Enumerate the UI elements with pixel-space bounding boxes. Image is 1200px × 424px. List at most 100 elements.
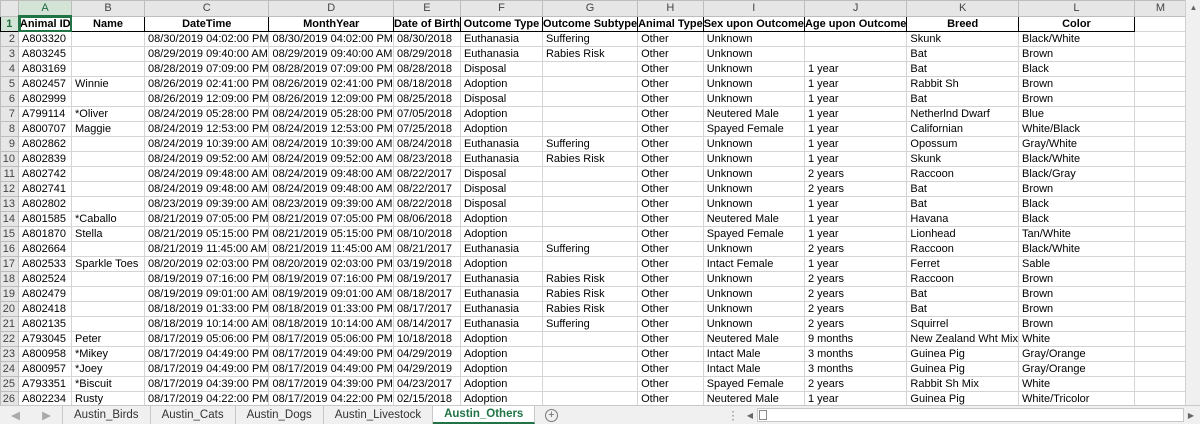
cell[interactable] [71,196,145,212]
cell[interactable] [1133,271,1187,287]
cell[interactable]: 08/19/2017 [392,271,461,287]
cell[interactable] [1133,15,1187,32]
cell[interactable]: Unknown [702,301,805,317]
cell[interactable]: Gray/Orange [1017,361,1135,377]
cell[interactable]: Disposal [459,166,543,182]
cell[interactable]: Euthanasia [459,241,543,257]
cell[interactable]: Raccoon [906,241,1019,257]
cell[interactable] [1133,136,1187,152]
cell[interactable]: Brown [1017,301,1135,317]
cell[interactable]: Neutered Male [702,331,805,347]
cell[interactable]: A801585 [18,211,72,227]
column-header-f[interactable]: F [459,0,543,17]
cell[interactable]: 08/21/2019 07:05:00 PM [268,211,394,227]
cell[interactable] [1133,286,1187,302]
cell[interactable]: Disposal [459,61,543,77]
cell[interactable]: Other [637,211,704,227]
cell[interactable]: Other [637,316,704,332]
column-header-k[interactable]: K [906,0,1019,17]
cell[interactable] [541,181,639,197]
row-header-5[interactable]: 5 [0,76,19,92]
cell[interactable]: 1 year [803,196,908,212]
cell[interactable]: 08/20/2019 02:03:00 PM [268,256,394,272]
cell[interactable] [541,376,639,392]
cell[interactable]: 2 years [803,241,908,257]
scroll-track[interactable] [757,408,1184,422]
cell[interactable]: 2 years [803,271,908,287]
cell[interactable] [541,256,639,272]
cell[interactable]: 08/17/2019 04:49:00 PM [268,361,394,377]
row-header-12[interactable]: 12 [0,181,19,197]
cell[interactable]: Gray/Orange [1017,346,1135,362]
cell[interactable]: Bat [906,196,1019,212]
cell[interactable]: Black [1017,61,1135,77]
cell[interactable]: Black/Gray [1017,166,1135,182]
cell[interactable]: 08/24/2018 [392,136,461,152]
cell[interactable]: 1 year [803,226,908,242]
cell[interactable]: Sparkle Toes [71,256,145,272]
cell[interactable]: Bat [906,61,1019,77]
triangle-left-icon[interactable]: ◀ [11,408,20,422]
cell[interactable] [71,46,145,62]
cell[interactable]: Other [637,271,704,287]
sheet-tab-austin-dogs[interactable]: Austin_Dogs [236,406,324,424]
column-header-l[interactable]: L [1017,0,1135,17]
cell[interactable]: Neutered Male [702,211,805,227]
column-header-a[interactable]: A [18,0,72,17]
cell[interactable]: 08/22/2017 [392,181,461,197]
cell[interactable]: Tan/White [1017,226,1135,242]
cell[interactable] [541,346,639,362]
cell[interactable]: 1 year [803,256,908,272]
cell[interactable]: 08/24/2019 10:39:00 AM [143,136,270,152]
cell[interactable]: 08/30/2019 04:02:00 PM [143,31,270,47]
row-header-18[interactable]: 18 [0,271,19,287]
cell[interactable]: 08/17/2019 04:49:00 PM [143,346,270,362]
column-header-j[interactable]: J [803,0,908,17]
cell[interactable]: 08/19/2019 07:16:00 PM [143,271,270,287]
cell[interactable]: Black/White [1017,241,1135,257]
cell[interactable]: Netherlnd Dwarf [906,106,1019,122]
cell[interactable]: Other [637,76,704,92]
cell[interactable] [541,91,639,107]
cell[interactable]: Other [637,121,704,137]
cell[interactable] [1133,376,1187,392]
header-cell[interactable]: Color [1017,15,1135,32]
cell[interactable]: 1 year [803,151,908,167]
cell[interactable]: Euthanasia [459,151,543,167]
cell[interactable]: 2 years [803,286,908,302]
cell[interactable]: 08/19/2019 09:01:00 AM [143,286,270,302]
row-header-19[interactable]: 19 [0,286,19,302]
cell[interactable]: Unknown [702,76,805,92]
cell[interactable]: Rabies Risk [541,271,639,287]
cell[interactable]: Other [637,151,704,167]
cell[interactable]: 08/22/2017 [392,166,461,182]
cell[interactable]: Disposal [459,196,543,212]
cell[interactable]: 08/21/2019 11:45:00 AM [268,241,394,257]
cell[interactable]: 08/06/2018 [392,211,461,227]
cell[interactable]: 08/26/2019 12:09:00 PM [143,91,270,107]
header-cell[interactable]: Sex upon Outcome [702,15,805,32]
cell[interactable]: 08/21/2019 05:15:00 PM [143,226,270,242]
cell[interactable]: Raccoon [906,166,1019,182]
cell[interactable] [1133,121,1187,137]
cell[interactable]: Stella [71,226,145,242]
cell[interactable]: Adoption [459,256,543,272]
cell[interactable]: Euthanasia [459,31,543,47]
cell[interactable]: Other [637,256,704,272]
cell[interactable]: 08/19/2019 09:01:00 AM [268,286,394,302]
row-header-11[interactable]: 11 [0,166,19,182]
cell[interactable]: 08/18/2019 01:33:00 PM [143,301,270,317]
cell[interactable]: Other [637,61,704,77]
add-sheet-button[interactable]: + [541,406,561,424]
cell[interactable]: Adoption [459,76,543,92]
header-cell[interactable]: DateTime [143,15,270,32]
cell[interactable]: Rabbit Sh Mix [906,376,1019,392]
cell[interactable]: Bat [906,301,1019,317]
cell[interactable]: A800958 [18,346,72,362]
row-header-14[interactable]: 14 [0,211,19,227]
cell[interactable]: Other [637,91,704,107]
cell[interactable] [541,196,639,212]
cell[interactable]: A802457 [18,76,72,92]
cell[interactable]: 9 months [803,331,908,347]
cell[interactable]: Guinea Pig [906,361,1019,377]
